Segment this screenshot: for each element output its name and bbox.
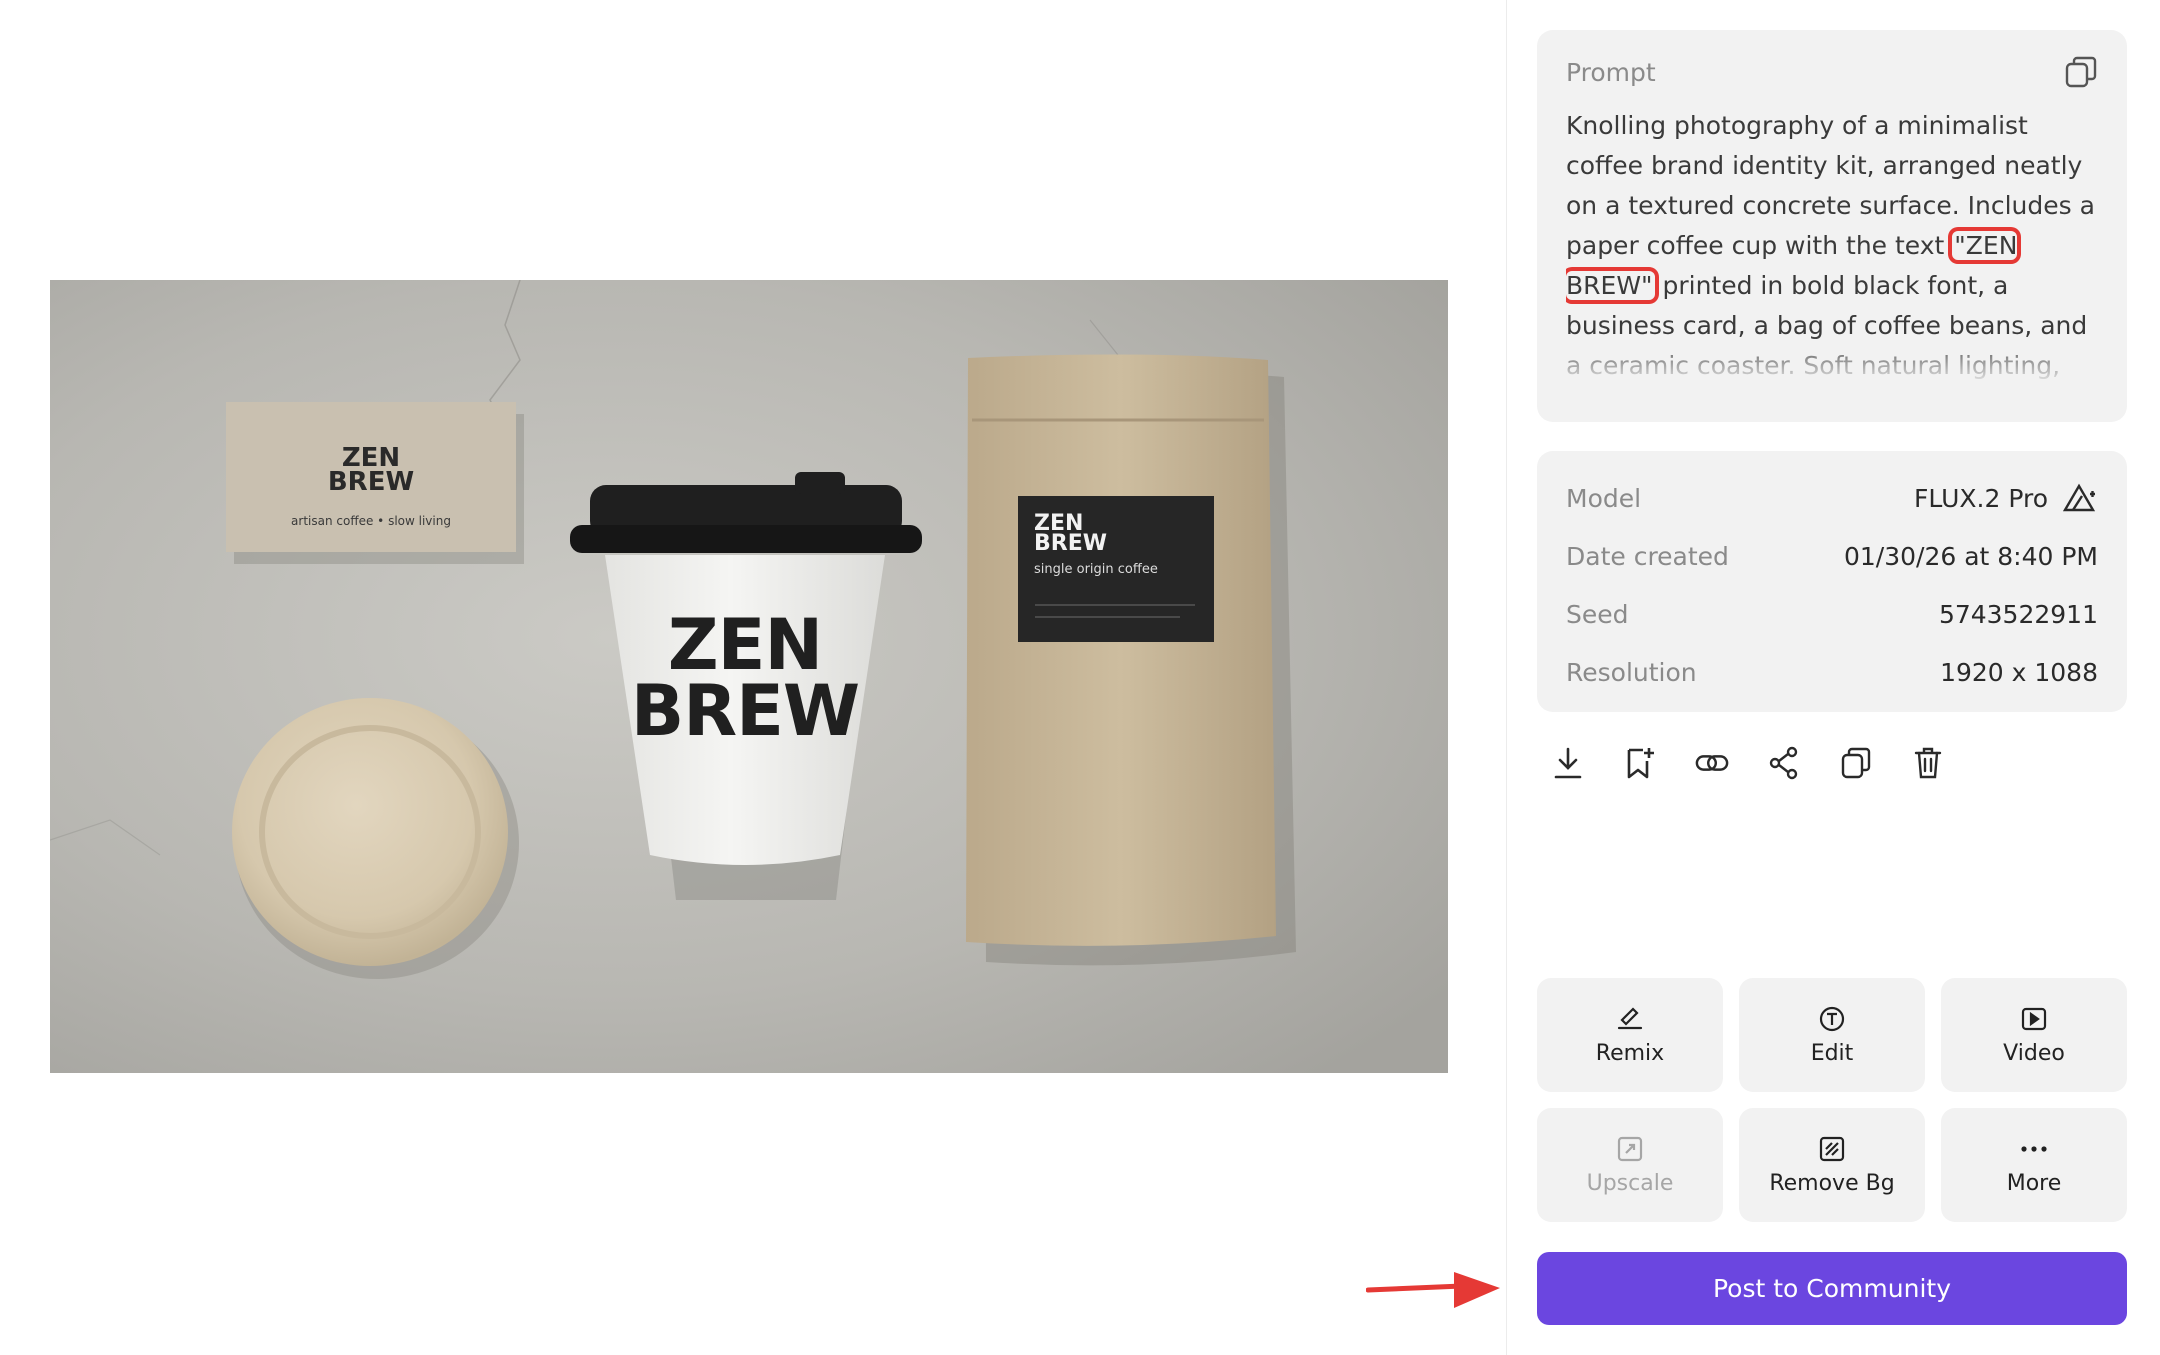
bag-brand: ZEN BREW — [1034, 513, 1108, 556]
prompt-title: Prompt — [1566, 57, 1656, 87]
bag-subtitle: single origin coffee — [1034, 562, 1158, 577]
copy-prompt-icon[interactable] — [2064, 55, 2098, 89]
prompt-text: Knolling photography of a minimalist cof… — [1566, 106, 2098, 386]
upscale-button[interactable]: Upscale — [1537, 1108, 1723, 1222]
remix-button[interactable]: Remix — [1537, 978, 1723, 1092]
remove-bg-icon — [1818, 1135, 1846, 1163]
cup-brand-line1: ZEN — [667, 604, 823, 686]
detail-key: Model — [1566, 483, 1642, 513]
detail-value: 5743522911 — [1938, 599, 2098, 629]
annotation-arrow-icon — [1366, 1272, 1500, 1308]
cup-brand: ZEN BREW — [605, 604, 885, 752]
download-icon[interactable] — [1551, 746, 1585, 780]
detail-value: FLUX.2 Pro — [1914, 483, 2098, 513]
card-brand: ZEN BREW — [226, 445, 516, 497]
copy-icon[interactable] — [1839, 746, 1873, 780]
bookmark-add-icon[interactable] — [1623, 746, 1657, 780]
remix-icon — [1616, 1005, 1644, 1033]
detail-key: Seed — [1566, 599, 1629, 629]
card-tagline: artisan coffee • slow living — [291, 514, 451, 528]
upscale-label: Upscale — [1586, 1170, 1674, 1196]
post-to-community-button[interactable]: Post to Community — [1537, 1252, 2127, 1325]
share-icon[interactable] — [1767, 746, 1801, 780]
detail-key: Resolution — [1566, 657, 1697, 687]
link-icon[interactable] — [1695, 746, 1729, 780]
detail-row-resolution: Resolution 1920 x 1088 — [1566, 643, 2098, 701]
details-card: Model FLUX.2 Pro Date created 01/30/26 a… — [1537, 451, 2127, 712]
video-icon — [2020, 1005, 2048, 1033]
image-stage: ZEN BREW artisan coffee • slow living ZE… — [0, 0, 1506, 1355]
detail-row-model: Model FLUX.2 Pro — [1566, 469, 2098, 527]
edit-label: Edit — [1810, 1040, 1854, 1066]
card-brand-line2: BREW — [327, 467, 415, 497]
detail-value: 1920 x 1088 — [1940, 657, 2098, 687]
trash-icon[interactable] — [1911, 746, 1945, 780]
model-logo-icon — [2062, 483, 2096, 512]
tool-grid: Remix Edit Video Upscale Remove Bg More — [1537, 978, 2127, 1222]
cup-brand-line2: BREW — [630, 670, 860, 752]
model-name: FLUX.2 Pro — [1914, 483, 2048, 513]
remix-label: Remix — [1595, 1040, 1665, 1066]
detail-row-seed: Seed 5743522911 — [1566, 585, 2098, 643]
remove-bg-button[interactable]: Remove Bg — [1739, 1108, 1925, 1222]
more-icon — [2020, 1135, 2048, 1163]
generated-image[interactable]: ZEN BREW artisan coffee • slow living ZE… — [50, 280, 1448, 1073]
detail-value: 01/30/26 at 8:40 PM — [1843, 541, 2098, 571]
upscale-icon — [1616, 1135, 1644, 1163]
detail-row-date: Date created 01/30/26 at 8:40 PM — [1566, 527, 2098, 585]
video-label: Video — [2003, 1040, 2065, 1066]
more-button[interactable]: More — [1941, 1108, 2127, 1222]
details-panel: Prompt Knolling photography of a minimal… — [1506, 0, 2160, 1355]
video-button[interactable]: Video — [1941, 978, 2127, 1092]
edit-button[interactable]: Edit — [1739, 978, 1925, 1092]
prompt-card: Prompt Knolling photography of a minimal… — [1537, 30, 2127, 422]
bag-brand-line2: BREW — [1034, 531, 1108, 556]
edit-text-icon — [1818, 1005, 1846, 1033]
action-bar — [1551, 746, 1945, 780]
remove-bg-label: Remove Bg — [1769, 1170, 1895, 1196]
detail-key: Date created — [1566, 541, 1729, 571]
more-label: More — [2006, 1170, 2062, 1196]
